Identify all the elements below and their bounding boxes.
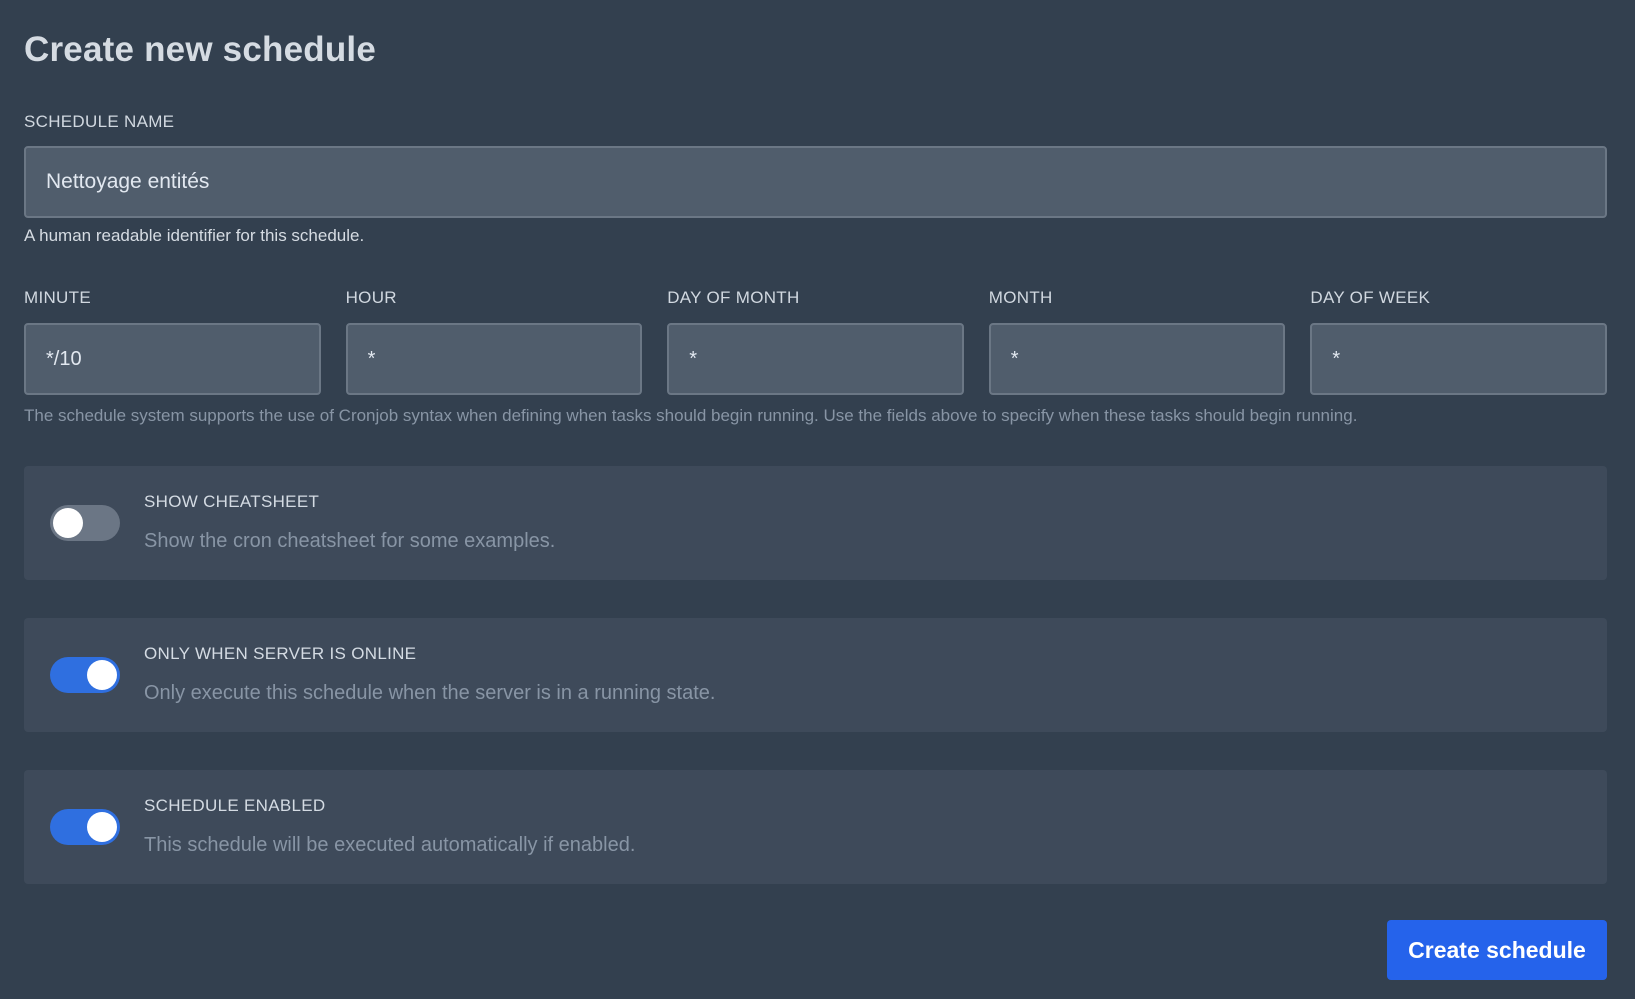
schedule-enabled-toggle-panel: SCHEDULE ENABLED This schedule will be e… xyxy=(24,770,1607,884)
month-field-group: MONTH xyxy=(988,288,1286,395)
hour-field-group: HOUR xyxy=(345,288,643,395)
schedule-name-input[interactable] xyxy=(24,146,1607,218)
toggle-knob xyxy=(53,508,83,538)
day-of-week-field-group: DAY OF WEEK xyxy=(1310,288,1607,395)
cron-help-text: The schedule system supports the use of … xyxy=(24,406,1358,425)
toggle-knob xyxy=(87,660,117,690)
cron-fields: MINUTE HOUR DAY OF MONTH MONTH DAY OF WE… xyxy=(24,288,1607,395)
toggle-knob xyxy=(87,812,117,842)
day-of-month-input[interactable] xyxy=(667,323,964,395)
hour-input[interactable] xyxy=(345,323,643,395)
create-schedule-button[interactable]: Create schedule xyxy=(1387,920,1607,980)
show-cheatsheet-title: SHOW CHEATSHEET xyxy=(144,492,320,511)
page-title: Create new schedule xyxy=(24,30,376,69)
show-cheatsheet-toggle-panel: SHOW CHEATSHEET Show the cron cheatsheet… xyxy=(24,466,1607,580)
month-input[interactable] xyxy=(988,323,1286,395)
only-when-online-title: ONLY WHEN SERVER IS ONLINE xyxy=(144,644,417,663)
show-cheatsheet-toggle[interactable] xyxy=(50,505,120,541)
schedule-name-label: SCHEDULE NAME xyxy=(24,112,175,131)
schedule-enabled-toggle[interactable] xyxy=(50,809,120,845)
minute-field-group: MINUTE xyxy=(24,288,321,395)
only-when-online-toggle[interactable] xyxy=(50,657,120,693)
day-of-week-input[interactable] xyxy=(1310,323,1607,395)
only-when-online-toggle-panel: ONLY WHEN SERVER IS ONLINE Only execute … xyxy=(24,618,1607,732)
schedule-name-help: A human readable identifier for this sch… xyxy=(24,226,365,245)
hour-label: HOUR xyxy=(345,288,397,307)
minute-label: MINUTE xyxy=(24,288,91,307)
schedule-enabled-description: This schedule will be executed automatic… xyxy=(144,834,636,856)
minute-input[interactable] xyxy=(24,323,321,395)
day-of-month-field-group: DAY OF MONTH xyxy=(667,288,964,395)
only-when-online-description: Only execute this schedule when the serv… xyxy=(144,682,716,704)
schedule-enabled-title: SCHEDULE ENABLED xyxy=(144,796,326,815)
month-label: MONTH xyxy=(988,288,1053,307)
day-of-week-label: DAY OF WEEK xyxy=(1310,288,1431,307)
show-cheatsheet-description: Show the cron cheatsheet for some exampl… xyxy=(144,530,556,552)
day-of-month-label: DAY OF MONTH xyxy=(667,288,800,307)
